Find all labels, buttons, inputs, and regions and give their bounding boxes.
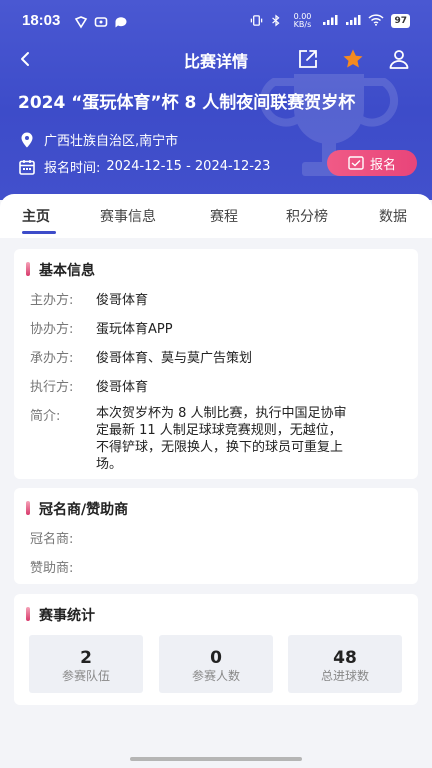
intro-row: 简介: 本次贺岁杯为 8 人制比赛，执行中国足协审 定最新 11 人制足球球竞赛… (30, 405, 404, 473)
share-icon[interactable] (296, 47, 320, 71)
basic-info-card: 基本信息 主办方: 俊哥体育 协办方: 蛋玩体育APP 承办方: 俊哥体育、莫与… (14, 249, 418, 479)
stat-teams: 2 参赛队伍 (29, 635, 143, 693)
signup-label: 报名 (369, 157, 396, 173)
intro-text: 本次贺岁杯为 8 人制比赛，执行中国足协审 定最新 11 人制足球球竞赛规则，无… (96, 405, 404, 473)
organizer-value: 俊哥体育 (96, 293, 149, 308)
tab-data[interactable]: 数据 (379, 206, 407, 226)
status-time: 18:03 (22, 12, 61, 29)
co-organizer-value: 蛋玩体育APP (96, 322, 173, 337)
stat-value: 0 (210, 648, 222, 668)
wifi-icon (368, 14, 384, 28)
back-arrow-icon[interactable] (14, 47, 38, 71)
calendar-icon (19, 159, 35, 175)
location-row: 广西壮族自治区,南宁市 (18, 130, 178, 149)
undertaker-row: 承办方: 俊哥体育、莫与莫广告策划 (30, 347, 252, 366)
stat-value: 2 (80, 648, 92, 668)
stat-players: 0 参赛人数 (159, 635, 273, 693)
signup-button[interactable]: 报名 (327, 150, 417, 176)
registration-date-row: 报名时间: 2024-12-15 - 2024-12-23 (18, 157, 270, 176)
tab-schedule[interactable]: 赛程 (210, 206, 238, 226)
basic-info-title: 基本信息 (26, 260, 95, 280)
tab-home[interactable]: 主页 (22, 206, 50, 226)
executor-label: 执行方: (30, 380, 74, 395)
stat-value: 48 (333, 648, 357, 668)
stat-goals: 48 总进球数 (288, 635, 402, 693)
user-profile-icon[interactable] (387, 47, 411, 71)
intro-label: 简介: (30, 409, 61, 424)
co-organizer-label: 协办方: (30, 322, 74, 337)
title-sponsor-label: 冠名商: (30, 532, 74, 547)
match-title: 2024 “蛋玩体育”杯 8 人制夜间联赛贺岁杯 (18, 93, 356, 113)
tab-standings[interactable]: 积分榜 (286, 206, 328, 226)
stats-title: 赛事统计 (26, 605, 95, 625)
sponsors-card: 冠名商/赞助商 冠名商: 赞助商: (14, 488, 418, 584)
bluetooth-icon (270, 14, 282, 29)
tab-bar: 主页 赛事信息 赛程 积分榜 数据 (0, 194, 432, 238)
undertaker-value: 俊哥体育、莫与莫广告策划 (96, 351, 253, 366)
intro-line: 不得铲球，无限换人，换下的球员可重复上 (96, 440, 344, 455)
header-banner: 18:03 0.00 KB/s 97 比赛详情 2024 “蛋玩体育”杯 8 人… (0, 0, 432, 200)
game-notification-icon (74, 14, 88, 29)
co-organizer-row: 协办方: 蛋玩体育APP (30, 318, 173, 337)
location-text: 广西壮族自治区,南宁市 (44, 134, 179, 149)
message-notification-icon (114, 14, 128, 28)
nav-bar: 比赛详情 (0, 44, 432, 76)
home-indicator[interactable] (130, 757, 302, 761)
sponsor-row: 赞助商: (30, 557, 96, 576)
active-tab-indicator (22, 231, 56, 234)
intro-line: 定最新 11 人制足球球竞赛规则，无越位， (96, 423, 342, 438)
sponsors-title: 冠名商/赞助商 (26, 499, 128, 519)
battery-level: 97 (391, 14, 410, 28)
mail-notification-icon (94, 14, 108, 28)
tab-event-info[interactable]: 赛事信息 (100, 206, 156, 226)
intro-line: 本次贺岁杯为 8 人制比赛，执行中国足协审 (96, 406, 347, 421)
stat-label: 参赛人数 (191, 669, 240, 683)
vibrate-icon (250, 14, 263, 29)
status-bar: 18:03 0.00 KB/s 97 (0, 0, 432, 44)
undertaker-label: 承办方: (30, 351, 74, 366)
sponsor-label: 赞助商: (30, 561, 74, 576)
location-pin-icon (21, 132, 33, 147)
favorite-star-icon[interactable] (341, 47, 365, 71)
executor-row: 执行方: 俊哥体育 (30, 376, 148, 395)
signal-icon (322, 14, 338, 28)
signup-form-icon (348, 156, 364, 170)
stat-label: 总进球数 (320, 669, 369, 683)
organizer-row: 主办方: 俊哥体育 (30, 289, 148, 308)
stats-card: 赛事统计 2 参赛队伍 0 参赛人数 48 总进球数 (14, 594, 418, 705)
intro-line: 场。 (96, 457, 123, 472)
title-sponsor-row: 冠名商: (30, 528, 96, 547)
registration-label: 报名时间: (44, 161, 101, 176)
net-speed: 0.00 KB/s (293, 12, 312, 29)
stat-label: 参赛队伍 (61, 669, 110, 683)
organizer-label: 主办方: (30, 293, 74, 308)
page-title: 比赛详情 (183, 52, 248, 71)
registration-range: 2024-12-15 - 2024-12-23 (106, 159, 271, 174)
executor-value: 俊哥体育 (96, 380, 149, 395)
signal-icon-2 (345, 14, 361, 28)
